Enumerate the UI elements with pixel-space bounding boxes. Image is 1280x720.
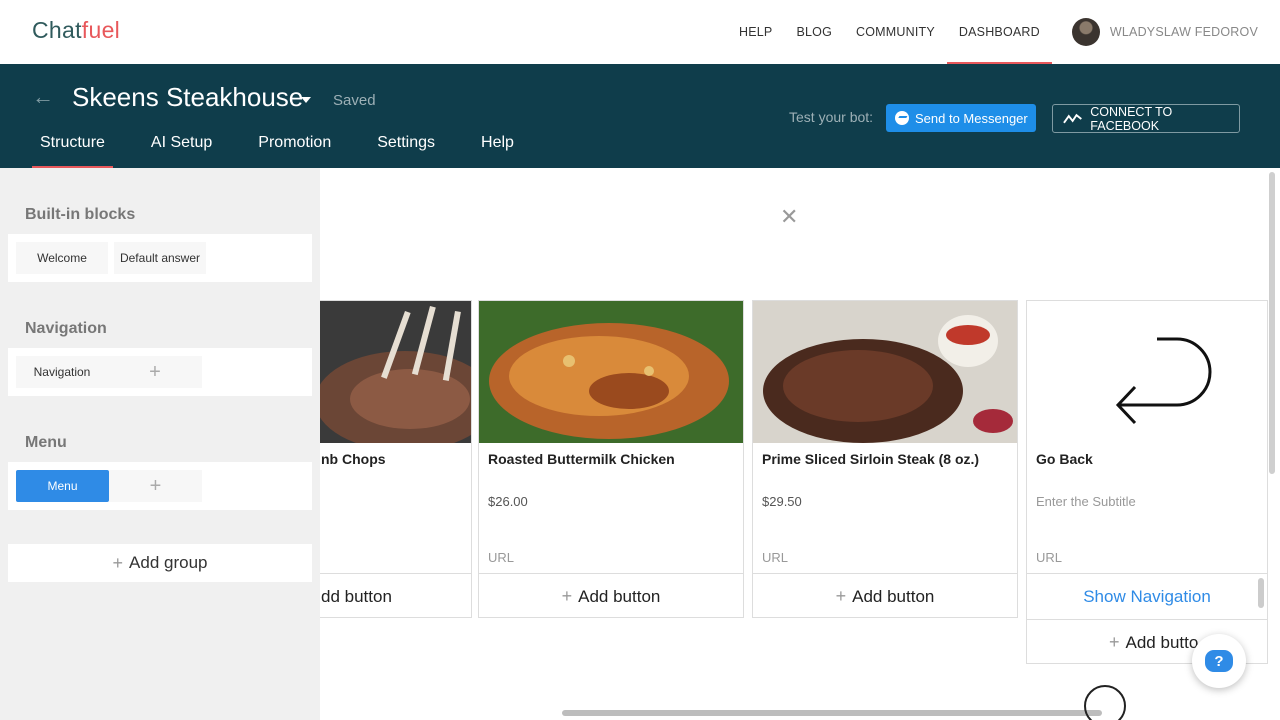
pulse-icon <box>1063 113 1082 123</box>
group-builtin-blocks: Welcome Default answer <box>8 234 312 282</box>
tab-help[interactable]: Help <box>481 134 514 168</box>
nav-dashboard[interactable]: DASHBOARD <box>946 0 1052 64</box>
add-button-label: Add butto <box>1125 632 1199 652</box>
top-bar: Chatfuel HELP BLOG COMMUNITY DASHBOARD W… <box>0 0 1280 64</box>
gallery-card: Roasted Buttermilk Chicken $26.00 URL + … <box>478 300 744 618</box>
add-button-label: Add button <box>578 586 661 606</box>
plus-icon: + <box>561 586 573 606</box>
connect-to-facebook-label: CONNECT TO FACEBOOK <box>1090 104 1173 133</box>
card-title[interactable]: Go Back <box>1036 451 1093 467</box>
horizontal-scrollbar[interactable] <box>562 710 1102 716</box>
block-navigation[interactable]: Navigation <box>16 356 108 388</box>
bot-title[interactable]: Skeens Steakhouse <box>72 82 303 113</box>
back-arrow-icon[interactable]: ← <box>32 84 54 110</box>
return-arrow-icon <box>1115 337 1212 425</box>
avatar <box>1071 18 1100 46</box>
card-subtitle[interactable]: Enter the Subtitle <box>1036 494 1136 509</box>
nav-community[interactable]: COMMUNITY <box>844 0 947 64</box>
logo-accent: fuel <box>81 17 121 43</box>
bot-tabs: Structure AI Setup Promotion Settings He… <box>32 134 560 168</box>
sirloin-steak-image[interactable] <box>753 301 1017 443</box>
nav-blog[interactable]: BLOG <box>784 0 844 64</box>
plus-icon: + <box>149 360 161 383</box>
block-menu[interactable]: Menu <box>16 470 109 502</box>
go-back-image[interactable] <box>1027 301 1267 443</box>
card-url[interactable]: URL <box>762 550 788 565</box>
user-menu[interactable]: WLADYSLAW FEDOROV <box>1052 0 1280 64</box>
tab-ai-setup[interactable]: AI Setup <box>151 134 212 168</box>
plus-icon: + <box>149 474 162 497</box>
card-price[interactable]: $29.50 <box>762 494 802 509</box>
card-url[interactable]: URL <box>1036 550 1062 565</box>
group-navigation: Navigation + <box>8 348 312 396</box>
tab-structure[interactable]: Structure <box>32 134 113 168</box>
gallery-card: Prime Sliced Sirloin Steak (8 oz.) $29.5… <box>752 300 1018 618</box>
lamb-chops-image[interactable] <box>320 301 471 443</box>
roasted-chicken-image[interactable] <box>479 301 743 443</box>
top-nav: HELP BLOG COMMUNITY DASHBOARD WLADYSLAW … <box>727 0 1280 64</box>
card-title[interactable]: Prime Sliced Sirloin Steak (8 oz.) <box>762 451 979 467</box>
card-title[interactable]: nb Chops <box>321 451 386 467</box>
send-to-messenger-button[interactable]: Send to Messenger <box>886 104 1036 132</box>
plus-icon: + <box>112 552 124 573</box>
card-scrollbar[interactable] <box>1258 578 1264 608</box>
messenger-icon <box>895 111 909 125</box>
tab-settings[interactable]: Settings <box>377 134 435 168</box>
close-icon[interactable]: ✕ <box>780 204 798 230</box>
tab-promotion[interactable]: Promotion <box>258 134 331 168</box>
group-title-navigation[interactable]: Navigation <box>25 320 107 338</box>
add-button-label: dd button <box>321 586 392 606</box>
chatfuel-logo[interactable]: Chatfuel <box>32 17 120 44</box>
lamb-chops-photo <box>320 301 471 443</box>
add-button[interactable]: + Add button <box>479 573 743 619</box>
group-menu: Menu + <box>8 462 312 510</box>
help-icon: ? <box>1205 650 1233 672</box>
card-price[interactable]: $26.00 <box>488 494 528 509</box>
block-welcome[interactable]: Welcome <box>16 242 108 274</box>
block-default-answer[interactable]: Default answer <box>114 242 206 274</box>
blocks-sidebar: Built-in blocks Welcome Default answer N… <box>0 168 320 720</box>
add-button[interactable]: dd button <box>320 573 471 619</box>
cursor-indicator <box>1084 685 1126 720</box>
add-button[interactable]: + Add button <box>753 573 1017 619</box>
logo-main: Chat <box>32 17 82 43</box>
plus-icon: + <box>1109 632 1120 652</box>
gallery-card: nb Chops dd button <box>320 300 472 618</box>
show-navigation-button[interactable]: Show Navigation <box>1027 573 1267 619</box>
gallery-card: Go Back Enter the Subtitle URL Show Navi… <box>1026 300 1268 664</box>
add-block-button[interactable]: + <box>109 470 202 502</box>
bot-header: ← Skeens Steakhouse Saved Test your bot:… <box>0 64 1280 168</box>
user-name: WLADYSLAW FEDOROV <box>1109 25 1258 39</box>
test-bot-label: Test your bot: <box>789 109 874 125</box>
help-chat-button[interactable]: ? <box>1192 634 1246 688</box>
add-block-button[interactable]: + <box>108 356 202 388</box>
add-button-label: Add button <box>852 586 935 606</box>
connect-to-facebook-button[interactable]: CONNECT TO FACEBOOK <box>1052 104 1240 133</box>
block-editor: ✕ nb Chops dd button Roasted Buttermilk … <box>320 168 1280 720</box>
roasted-chicken-photo <box>479 301 743 443</box>
group-title-builtin: Built-in blocks <box>25 206 136 223</box>
add-group-button[interactable]: + Add group <box>8 544 312 582</box>
nav-help[interactable]: HELP <box>727 0 784 64</box>
add-group-label: Add group <box>129 553 208 572</box>
card-url[interactable]: URL <box>488 550 514 565</box>
sirloin-steak-photo <box>753 301 1017 443</box>
card-title[interactable]: Roasted Buttermilk Chicken <box>488 451 675 467</box>
plus-icon: + <box>835 586 847 606</box>
group-title-menu[interactable]: Menu <box>25 434 67 452</box>
chevron-down-icon[interactable] <box>301 97 311 103</box>
vertical-scrollbar[interactable] <box>1269 172 1275 474</box>
send-to-messenger-label: Send to Messenger <box>915 110 1028 126</box>
saved-status: Saved <box>333 92 376 109</box>
